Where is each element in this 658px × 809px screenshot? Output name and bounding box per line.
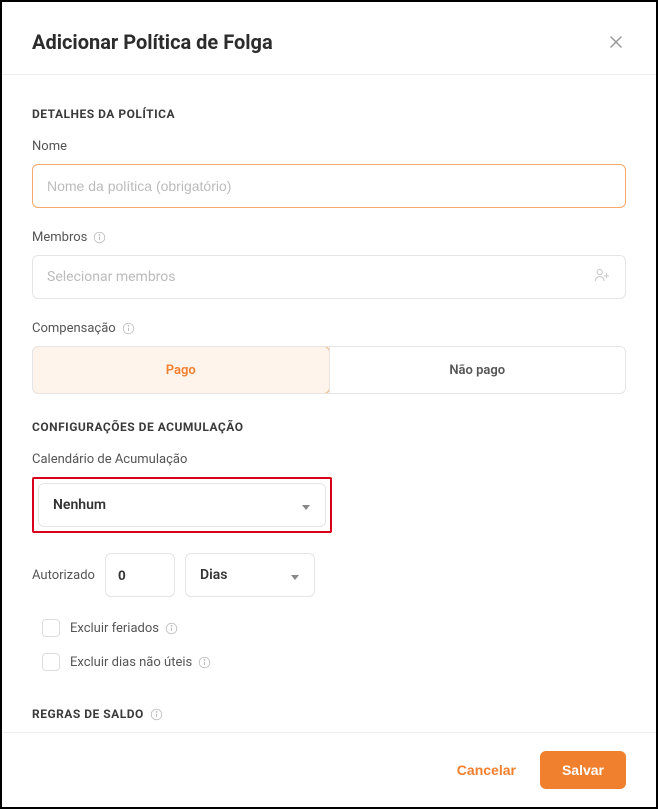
compensation-label-text: Compensação (32, 321, 116, 336)
exclude-nonwork-checkbox[interactable] (42, 653, 60, 671)
info-icon[interactable] (165, 622, 178, 635)
members-label: Membros (32, 230, 626, 245)
exclude-holidays-row: Excluir feriados (32, 619, 626, 637)
members-placeholder: Selecionar membros (47, 269, 176, 285)
exclude-holidays-text: Excluir feriados (70, 621, 159, 636)
schedule-label: Calendário de Acumulação (32, 452, 626, 467)
segment-unpaid[interactable]: Não pago (329, 347, 626, 393)
exclude-holidays-checkbox[interactable] (42, 619, 60, 637)
modal-title: Adicionar Política de Folga (32, 30, 273, 54)
unit-dropdown[interactable]: Dias (185, 553, 315, 597)
section-heading-accrual: CONFIGURAÇÕES DE ACUMULAÇÃO (32, 420, 626, 434)
accrual-schedule-dropdown[interactable]: Nenhum (38, 483, 326, 527)
compensation-label: Compensação (32, 321, 626, 336)
info-icon[interactable] (150, 708, 163, 721)
modal-body: DETALHES DA POLÍTICA Nome Membros Seleci… (2, 75, 656, 732)
exclude-holidays-label: Excluir feriados (70, 621, 178, 636)
save-button[interactable]: Salvar (540, 751, 626, 789)
exclude-nonwork-row: Excluir dias não úteis (32, 653, 626, 671)
allotted-label: Autorizado (32, 568, 95, 583)
segment-paid[interactable]: Pago (32, 346, 330, 394)
policy-name-input[interactable] (32, 164, 626, 208)
info-icon[interactable] (198, 656, 211, 669)
exclude-nonwork-label: Excluir dias não úteis (70, 655, 211, 670)
cancel-button[interactable]: Cancelar (451, 752, 522, 788)
info-icon[interactable] (93, 231, 106, 244)
modal-header: Adicionar Política de Folga (2, 2, 656, 75)
add-person-icon (593, 266, 611, 288)
close-icon[interactable] (606, 32, 626, 52)
exclude-nonwork-text: Excluir dias não úteis (70, 655, 192, 670)
section-heading-details: DETALHES DA POLÍTICA (32, 107, 626, 121)
schedule-value: Nenhum (53, 497, 106, 513)
section-heading-balance: REGRAS DE SALDO (32, 707, 626, 721)
info-icon[interactable] (122, 322, 135, 335)
members-select[interactable]: Selecionar membros (32, 255, 626, 299)
chevron-down-icon (290, 570, 300, 580)
unit-value: Dias (200, 567, 227, 583)
compensation-segmented: Pago Não pago (32, 346, 626, 394)
highlighted-schedule: Nenhum (32, 477, 332, 533)
members-label-text: Membros (32, 230, 87, 245)
name-label: Nome (32, 139, 626, 154)
balance-heading-text: REGRAS DE SALDO (32, 707, 144, 721)
add-policy-modal: Adicionar Política de Folga DETALHES DA … (2, 2, 656, 807)
allotted-row: Autorizado Dias (32, 553, 626, 597)
chevron-down-icon (301, 500, 311, 510)
modal-footer: Cancelar Salvar (2, 732, 656, 807)
allotted-input[interactable] (105, 553, 175, 597)
